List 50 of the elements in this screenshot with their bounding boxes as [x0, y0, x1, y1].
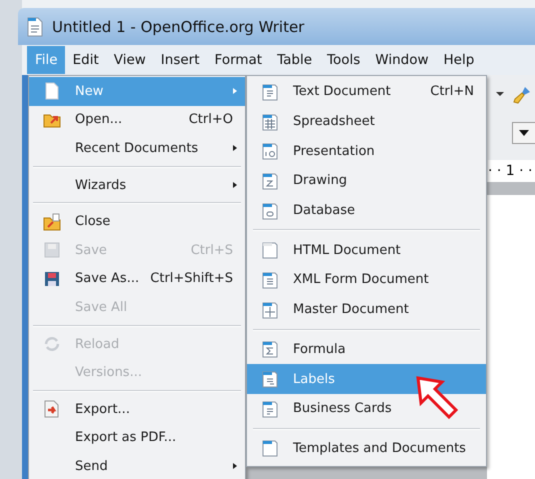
menu-item[interactable]: Formula — [247, 334, 486, 364]
window-title: Untitled 1 - OpenOffice.org Writer — [52, 18, 304, 36]
menu-item[interactable]: Wizards — [29, 170, 245, 200]
menu-item[interactable]: Presentation — [247, 136, 486, 166]
menu-item[interactable]: Export as PDF... — [29, 424, 245, 452]
folder-icon — [43, 212, 61, 231]
dropdown-arrow-icon[interactable] — [496, 92, 504, 96]
document-icon — [261, 172, 279, 190]
export-icon — [43, 400, 61, 418]
menu-bar-item[interactable]: Insert — [152, 46, 207, 74]
menu-bar-item[interactable]: Window — [367, 46, 436, 74]
blank-page-icon — [43, 82, 61, 100]
menu-item[interactable]: Spreadsheet — [247, 106, 486, 136]
menu-bar-item[interactable]: View — [106, 46, 153, 74]
brush-icon[interactable] — [511, 84, 533, 106]
menu-item[interactable]: HTML Document — [247, 235, 486, 266]
document-icon — [261, 400, 279, 418]
menu-bar-item[interactable]: Format — [206, 46, 270, 74]
document-icon — [261, 112, 279, 131]
document-icon — [261, 241, 279, 260]
menu-bar-item[interactable]: Table — [269, 46, 320, 74]
menu-item[interactable]: Close — [29, 207, 245, 236]
menu-item[interactable]: Send — [29, 452, 245, 479]
dropdown-button[interactable] — [512, 122, 535, 144]
menu-item[interactable]: Database — [247, 196, 486, 226]
document-icon — [261, 270, 279, 289]
document-icon — [261, 82, 279, 101]
pointer-arrow-icon — [414, 374, 460, 420]
menu-item[interactable]: Business Cards — [247, 394, 486, 424]
menu-bar-item[interactable]: Edit — [64, 46, 106, 74]
menu-item[interactable]: XML Form Document — [247, 265, 486, 295]
menu-bar-item[interactable]: Tools — [319, 46, 368, 74]
document-icon — [26, 16, 44, 36]
document-icon — [261, 370, 279, 388]
document-icon — [261, 202, 279, 220]
document-icon — [261, 340, 279, 358]
document-icon — [261, 439, 279, 458]
menu-item[interactable]: Master Document — [247, 294, 486, 324]
menu-item[interactable]: Export... — [29, 394, 245, 424]
menu-item[interactable]: Save As... Ctrl+Shift+S — [29, 264, 245, 294]
menu-item[interactable]: Drawing — [247, 166, 486, 196]
menu-item[interactable]: Templates and Documents — [247, 434, 486, 464]
ruler: · · 1 · · — [488, 160, 535, 182]
menu-item[interactable]: Open... Ctrl+O — [29, 106, 245, 134]
document-icon — [261, 142, 279, 160]
menu-bar-item[interactable]: Help — [436, 46, 482, 74]
document-icon — [261, 300, 279, 319]
menu-item[interactable]: Text Document Ctrl+N — [247, 77, 486, 107]
reload-icon — [43, 335, 61, 354]
menu-item[interactable]: Recent Documents — [29, 134, 245, 163]
